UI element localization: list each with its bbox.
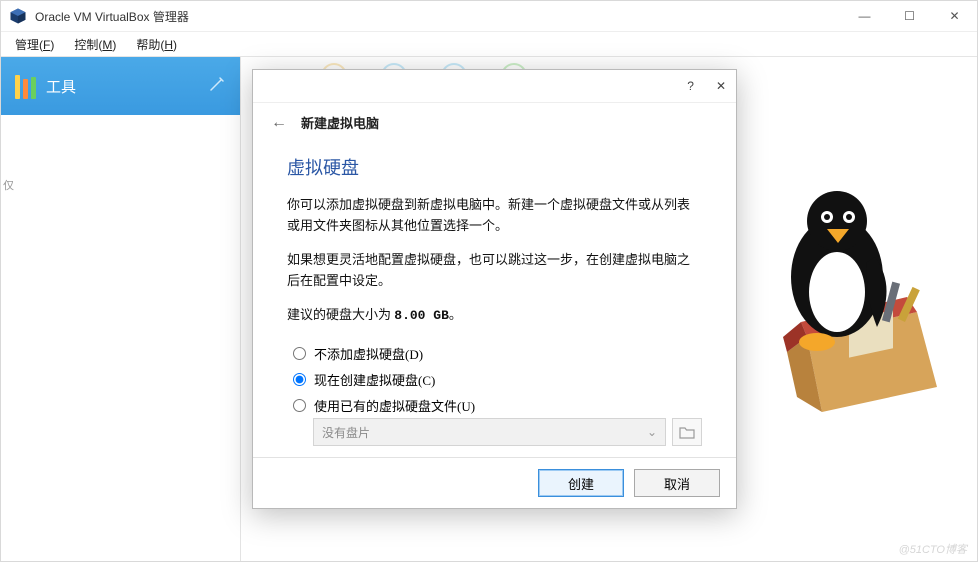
titlebar-left: Oracle VM VirtualBox 管理器 [1,7,189,25]
menu-manage[interactable]: 管理(F) [7,34,62,55]
close-window-button[interactable]: ✕ [932,1,977,31]
maximize-icon: ☐ [904,9,915,23]
dialog-body: 虚拟硬盘 你可以添加虚拟硬盘到新虚拟电脑中。新建一个虚拟硬盘文件或从列表或用文件… [253,136,736,457]
window-controls: — ☐ ✕ [842,1,977,31]
tools-icon [15,73,36,99]
sidebar-tools-label: 工具 [46,76,76,97]
tux-mascot-icon [767,187,947,417]
wand-icon [208,75,226,97]
dialog-header-title: 新建虚拟电脑 [301,113,379,132]
dialog-header: ← 新建虚拟电脑 [253,103,736,136]
sidebar-tools-tile[interactable]: 工具 [1,57,240,115]
dialog-paragraph-2: 如果想更灵活地配置虚拟硬盘，也可以跳过这一步，在创建虚拟电脑之后在配置中设定。 [287,249,702,292]
existing-disk-select-value: 没有盘片 [322,424,370,441]
virtualbox-logo-icon [9,7,27,25]
radio-no-disk-label: 不添加虚拟硬盘(D) [314,344,423,363]
dialog-footer: 创建 取消 [253,457,736,508]
create-vm-dialog: ? ✕ ← 新建虚拟电脑 虚拟硬盘 你可以添加虚拟硬盘到新虚拟电脑中。新建一个虚… [252,69,737,509]
radio-create-disk-label: 现在创建虚拟硬盘(C) [314,370,435,389]
dialog-close-button[interactable]: ✕ [716,79,726,93]
menubar: 管理(F) 控制(M) 帮助(H) [1,32,977,57]
chevron-down-icon: ⌄ [647,425,657,440]
folder-icon [679,425,695,439]
radio-no-disk[interactable]: 不添加虚拟硬盘(D) [293,340,702,366]
minimize-icon: — [859,9,871,23]
dialog-titlebar: ? ✕ [253,70,736,103]
radio-create-disk-input[interactable] [293,373,306,386]
maximize-button[interactable]: ☐ [887,1,932,31]
back-button[interactable]: ← [271,114,287,132]
menu-control[interactable]: 控制(M) [66,34,124,55]
radio-existing-disk[interactable]: 使用已有的虚拟硬盘文件(U) [293,392,702,418]
existing-disk-picker: 没有盘片 ⌄ [313,418,702,446]
radio-existing-disk-label: 使用已有的虚拟硬盘文件(U) [314,396,475,415]
cancel-button[interactable]: 取消 [634,469,720,497]
sidebar-stray-text: 仅 [3,177,14,193]
help-icon[interactable]: ? [687,79,694,93]
dialog-recommended-size: 建议的硬盘大小为 8.00 GB。 [287,304,702,326]
create-button[interactable]: 创建 [538,469,624,497]
menu-help[interactable]: 帮助(H) [128,34,185,55]
browse-disk-button[interactable] [672,418,702,446]
radio-create-disk[interactable]: 现在创建虚拟硬盘(C) [293,366,702,392]
main-window: Oracle VM VirtualBox 管理器 — ☐ ✕ 管理(F) 控制(… [0,0,978,562]
sidebar: 工具 仅 [1,57,241,562]
minimize-button[interactable]: — [842,1,887,31]
disk-option-radios: 不添加虚拟硬盘(D) 现在创建虚拟硬盘(C) 使用已有的虚拟硬盘文件(U) 没有… [287,338,702,456]
radio-no-disk-input[interactable] [293,347,306,360]
dialog-section-title: 虚拟硬盘 [287,154,702,180]
watermark: @51CTO博客 [899,541,967,557]
titlebar: Oracle VM VirtualBox 管理器 — ☐ ✕ [1,1,977,32]
existing-disk-select[interactable]: 没有盘片 ⌄ [313,418,666,446]
radio-existing-disk-input[interactable] [293,399,306,412]
dialog-paragraph-1: 你可以添加虚拟硬盘到新虚拟电脑中。新建一个虚拟硬盘文件或从列表或用文件夹图标从其… [287,194,702,237]
close-icon: ✕ [949,9,959,23]
window-title: Oracle VM VirtualBox 管理器 [35,8,189,25]
